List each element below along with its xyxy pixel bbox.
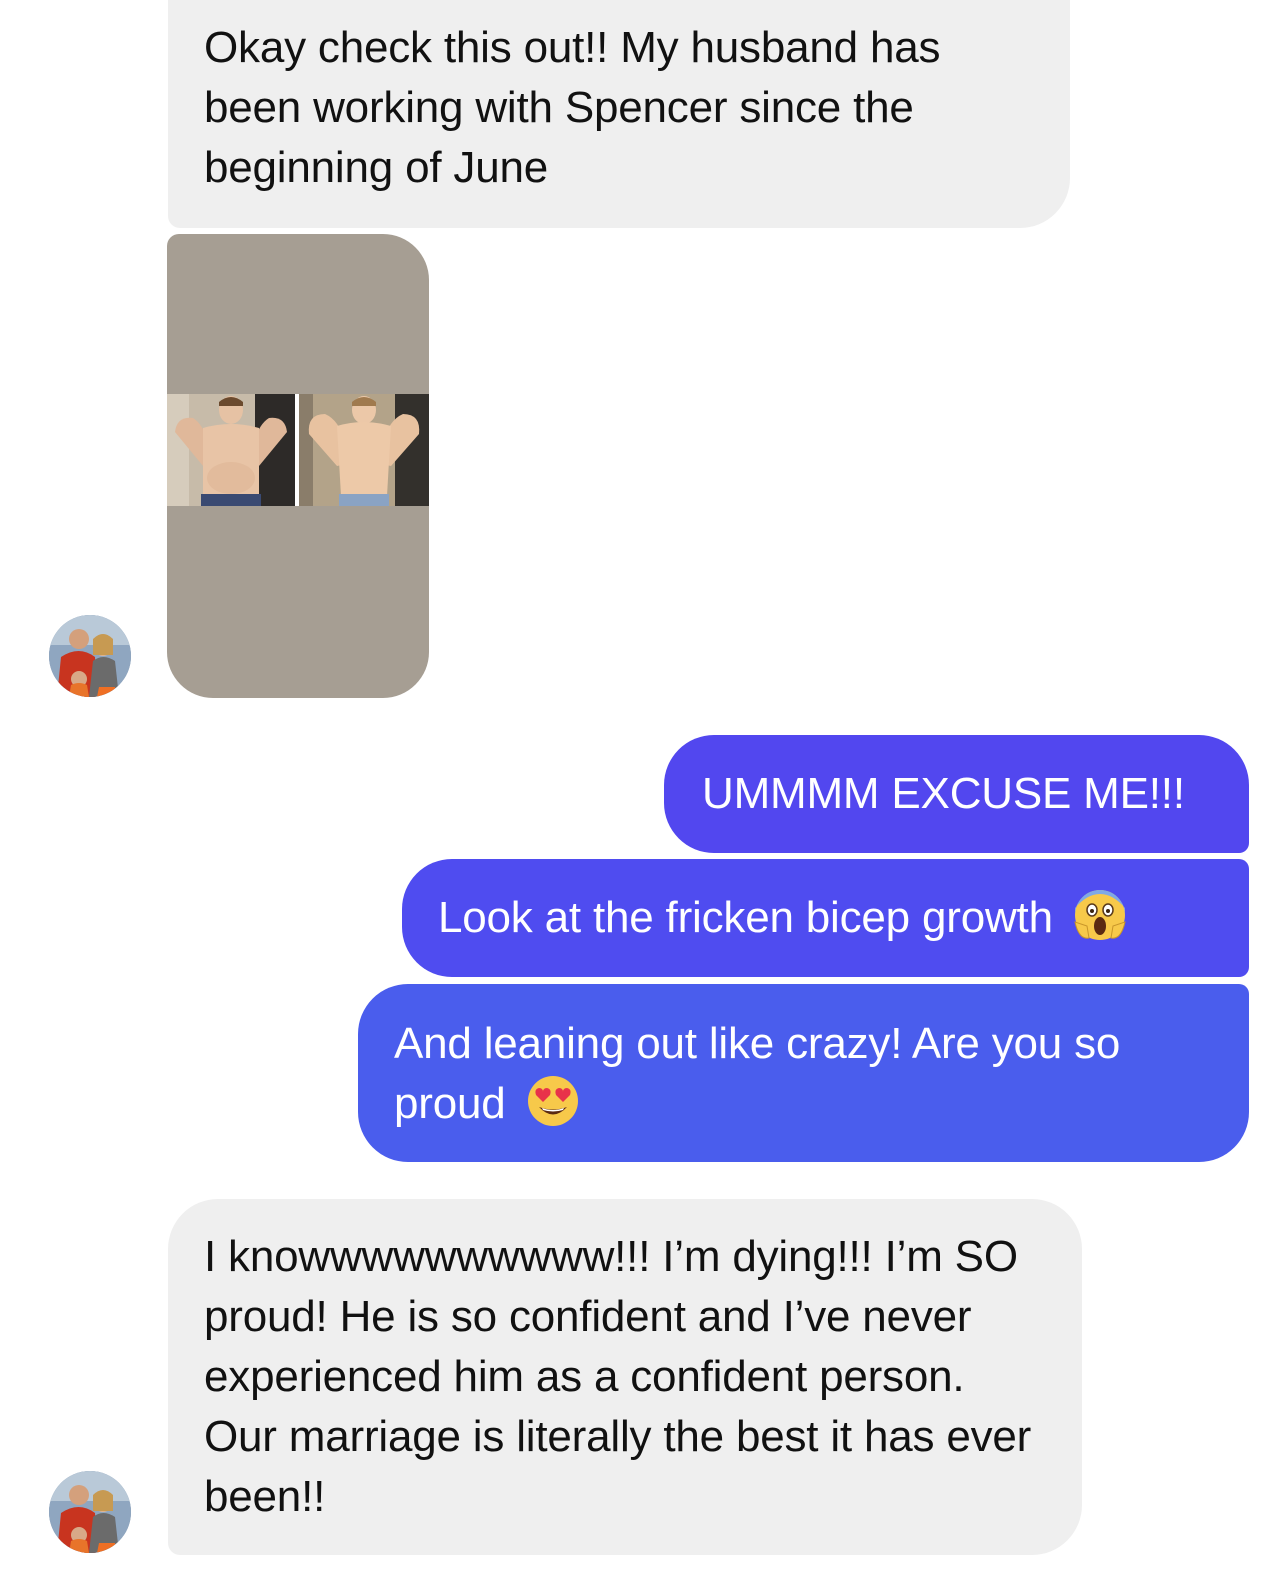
message-text: Okay check this out!! My husband has bee… <box>204 23 941 192</box>
outgoing-message-bubble[interactable]: And leaning out like crazy! Are you so p… <box>358 984 1249 1162</box>
photo-attachment[interactable] <box>167 234 429 698</box>
message-text: I knowwwwwwwwww!!! I’m dying!!! I’m SO p… <box>204 1232 1032 1521</box>
contact-avatar[interactable] <box>49 1471 131 1553</box>
incoming-message-bubble[interactable]: Okay check this out!! My husband has bee… <box>168 0 1070 228</box>
message-thread: Okay check this out!! My husband has bee… <box>0 0 1284 1581</box>
message-text: Look at the fricken bicep growth <box>438 893 1053 942</box>
screaming-face-icon <box>1073 888 1127 942</box>
contact-avatar[interactable] <box>49 615 131 697</box>
message-text: And leaning out like crazy! Are you so p… <box>394 1019 1121 1128</box>
heart-eyes-face-icon <box>526 1074 580 1128</box>
message-text: UMMMM EXCUSE ME!!! <box>702 769 1185 818</box>
outgoing-message-bubble[interactable]: Look at the fricken bicep growth <box>402 859 1249 977</box>
outgoing-message-bubble[interactable]: UMMMM EXCUSE ME!!! <box>664 735 1249 853</box>
after-photo <box>299 394 429 506</box>
before-photo <box>167 394 295 506</box>
incoming-message-bubble[interactable]: I knowwwwwwwwww!!! I’m dying!!! I’m SO p… <box>168 1199 1082 1555</box>
before-after-photo <box>167 394 429 506</box>
